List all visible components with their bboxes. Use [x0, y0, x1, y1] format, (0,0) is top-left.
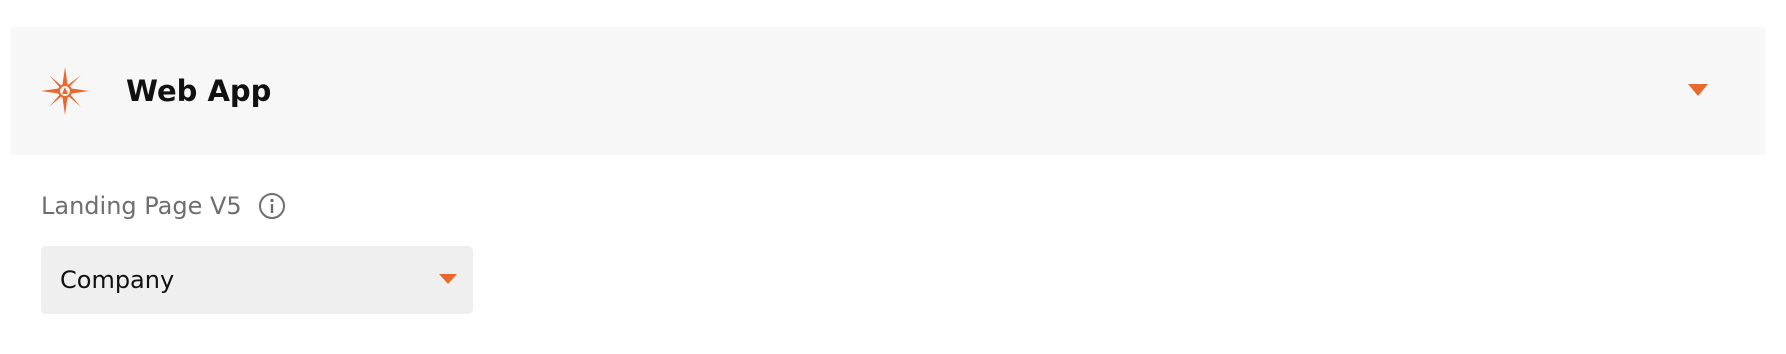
select-value: Company — [60, 266, 175, 294]
chevron-down-icon[interactable] — [1688, 84, 1708, 98]
chevron-down-icon — [439, 274, 457, 284]
landing-page-select[interactable]: Company — [41, 246, 473, 314]
info-icon[interactable] — [258, 192, 286, 220]
field-label: Landing Page V5 — [41, 192, 242, 220]
accordion-title: Web App — [126, 74, 272, 108]
accordion-header-web-app[interactable]: Web App — [11, 27, 1765, 155]
compass-icon — [41, 67, 89, 115]
page: Web App Landing Page V5 Company — [0, 0, 1786, 354]
field-label-row: Landing Page V5 — [41, 188, 286, 224]
